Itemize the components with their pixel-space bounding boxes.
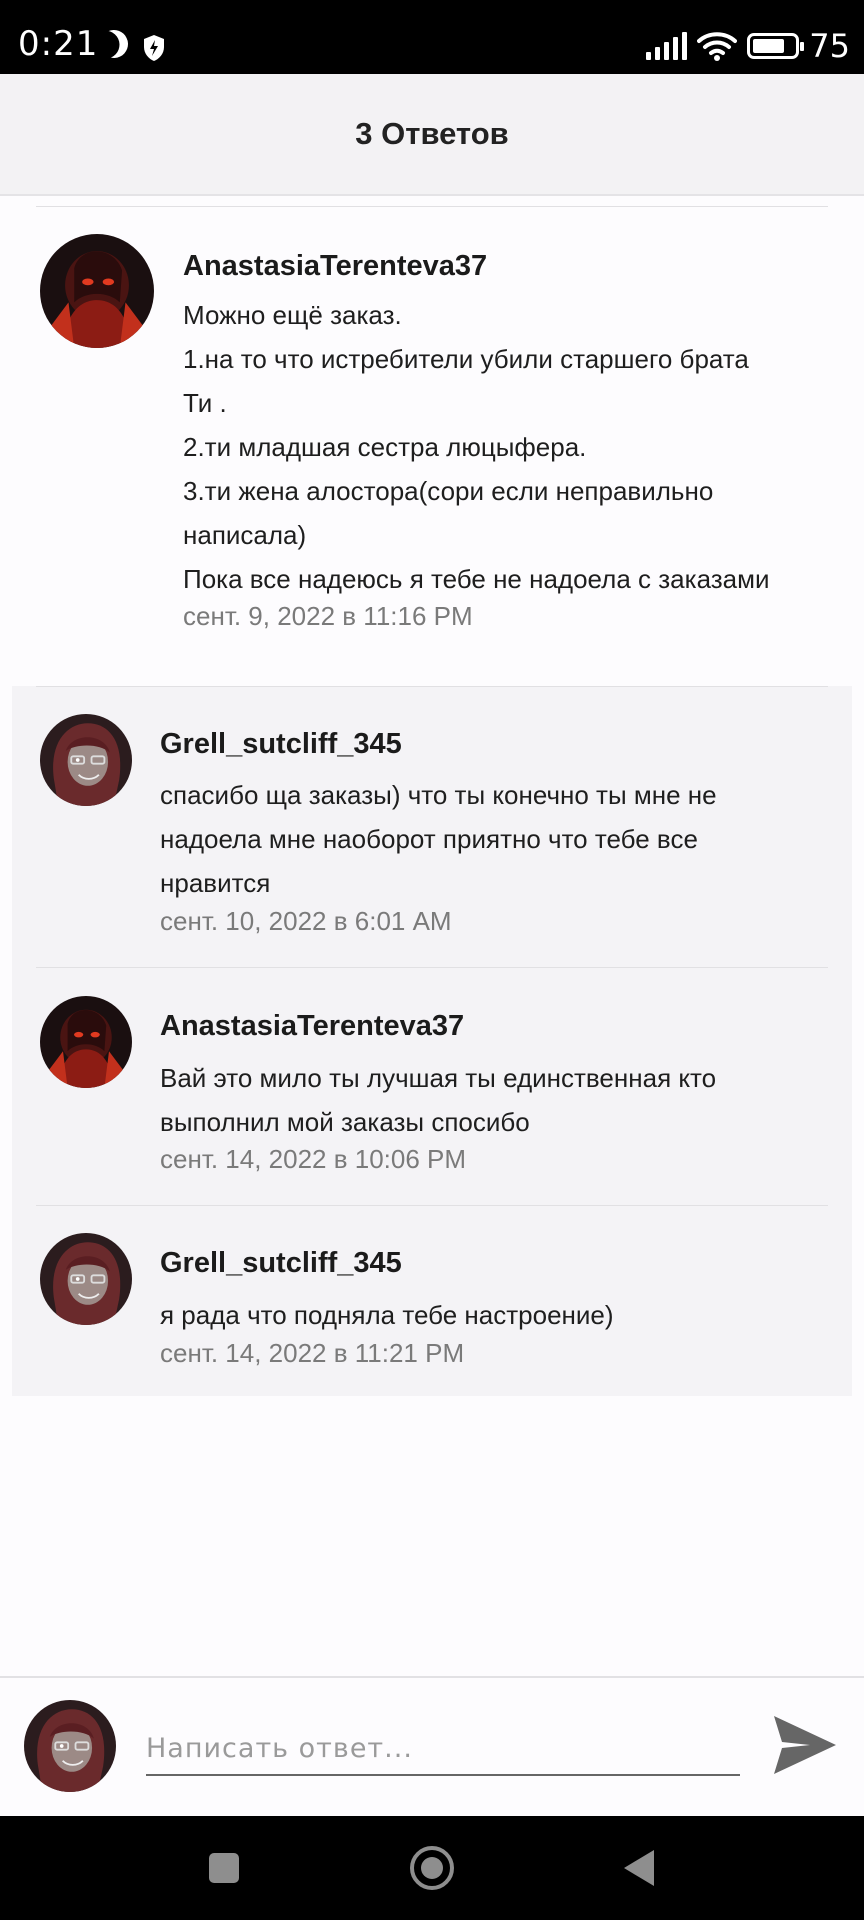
current-user-avatar — [24, 1700, 116, 1792]
red-dark-avatar-icon — [40, 234, 154, 348]
reply-text: я рада что подняла тебе настроение) — [160, 1293, 614, 1337]
comment-text: Можно ещё заказ. 1.на то что истребители… — [183, 293, 770, 601]
comment-line: 2.ти младшая сестра люцыфера. — [183, 432, 587, 462]
back-icon[interactable] — [624, 1850, 654, 1886]
avatar-grell[interactable] — [40, 714, 132, 806]
moon-icon — [95, 25, 132, 62]
reply-text: Вай это мило ты лучшая ты единственная к… — [160, 1056, 716, 1144]
reply-date: сент. 14, 2022 в 11:21 PM — [160, 1338, 465, 1368]
reply-author[interactable]: Grell_sutcliff_345 — [160, 728, 402, 761]
page-title: 3 Ответов — [355, 116, 509, 151]
reply-line: я рада что подняла тебе настроение) — [160, 1300, 614, 1330]
battery-percent: 75 — [809, 27, 850, 65]
reply-line: выполнил мой заказы спосибо — [160, 1107, 530, 1137]
header: 3 Ответов — [0, 74, 864, 196]
comment-line: Ти . — [183, 388, 227, 418]
divider — [36, 967, 828, 968]
comment-author[interactable]: AnastasiaTerenteva37 — [183, 250, 487, 283]
shield-bolt-icon — [144, 35, 164, 61]
divider — [36, 206, 828, 207]
comment-date: сент. 9, 2022 в 11:16 PM — [183, 601, 473, 631]
avatar-anastasia[interactable] — [40, 234, 154, 348]
comment-line: Пока все надеюсь я тебе не надоела с зак… — [183, 564, 770, 594]
status-indicators: 75 — [646, 26, 850, 66]
reply-line: надоела мне наоборот приятно что тебе вс… — [160, 824, 698, 854]
avatar-grell[interactable] — [40, 1233, 132, 1325]
divider — [36, 1205, 828, 1206]
send-icon[interactable] — [770, 1712, 840, 1778]
wifi-icon — [697, 32, 738, 61]
battery-icon — [747, 33, 805, 59]
reply-author[interactable]: AnastasiaTerenteva37 — [160, 1010, 464, 1043]
dark-red-hair-avatar-icon — [24, 1700, 116, 1792]
avatar-anastasia[interactable] — [40, 996, 132, 1088]
reply-input[interactable] — [146, 1722, 740, 1776]
comment-line: 3.ти жена алостора(сори если неправильно — [183, 476, 714, 506]
dark-red-hair-avatar-icon — [40, 1233, 132, 1325]
reply-line: спасибо ща заказы) что ты конечно ты мне… — [160, 780, 717, 810]
reply-line: Вай это мило ты лучшая ты единственная к… — [160, 1063, 717, 1093]
comment-line: 1.на то что истребители убили старшего б… — [183, 344, 749, 374]
reply-date: сент. 10, 2022 в 6:01 AM — [160, 906, 452, 936]
reply-author[interactable]: Grell_sutcliff_345 — [160, 1247, 402, 1280]
reply-line: нравится — [160, 868, 271, 898]
dark-red-hair-avatar-icon — [40, 714, 132, 806]
reply-date: сент. 14, 2022 в 10:06 PM — [160, 1144, 467, 1174]
divider — [36, 686, 828, 687]
reply-text: спасибо ща заказы) что ты конечно ты мне… — [160, 773, 717, 905]
comment-line: Можно ещё заказ. — [183, 300, 402, 330]
signal-icon — [646, 32, 688, 60]
status-bar: 0:21 75 — [0, 0, 864, 74]
recent-apps-icon[interactable] — [209, 1853, 239, 1883]
red-dark-avatar-icon — [40, 996, 132, 1088]
home-icon[interactable] — [410, 1846, 454, 1890]
comment-line: написала) — [183, 520, 307, 550]
status-time: 0:21 — [18, 24, 99, 64]
